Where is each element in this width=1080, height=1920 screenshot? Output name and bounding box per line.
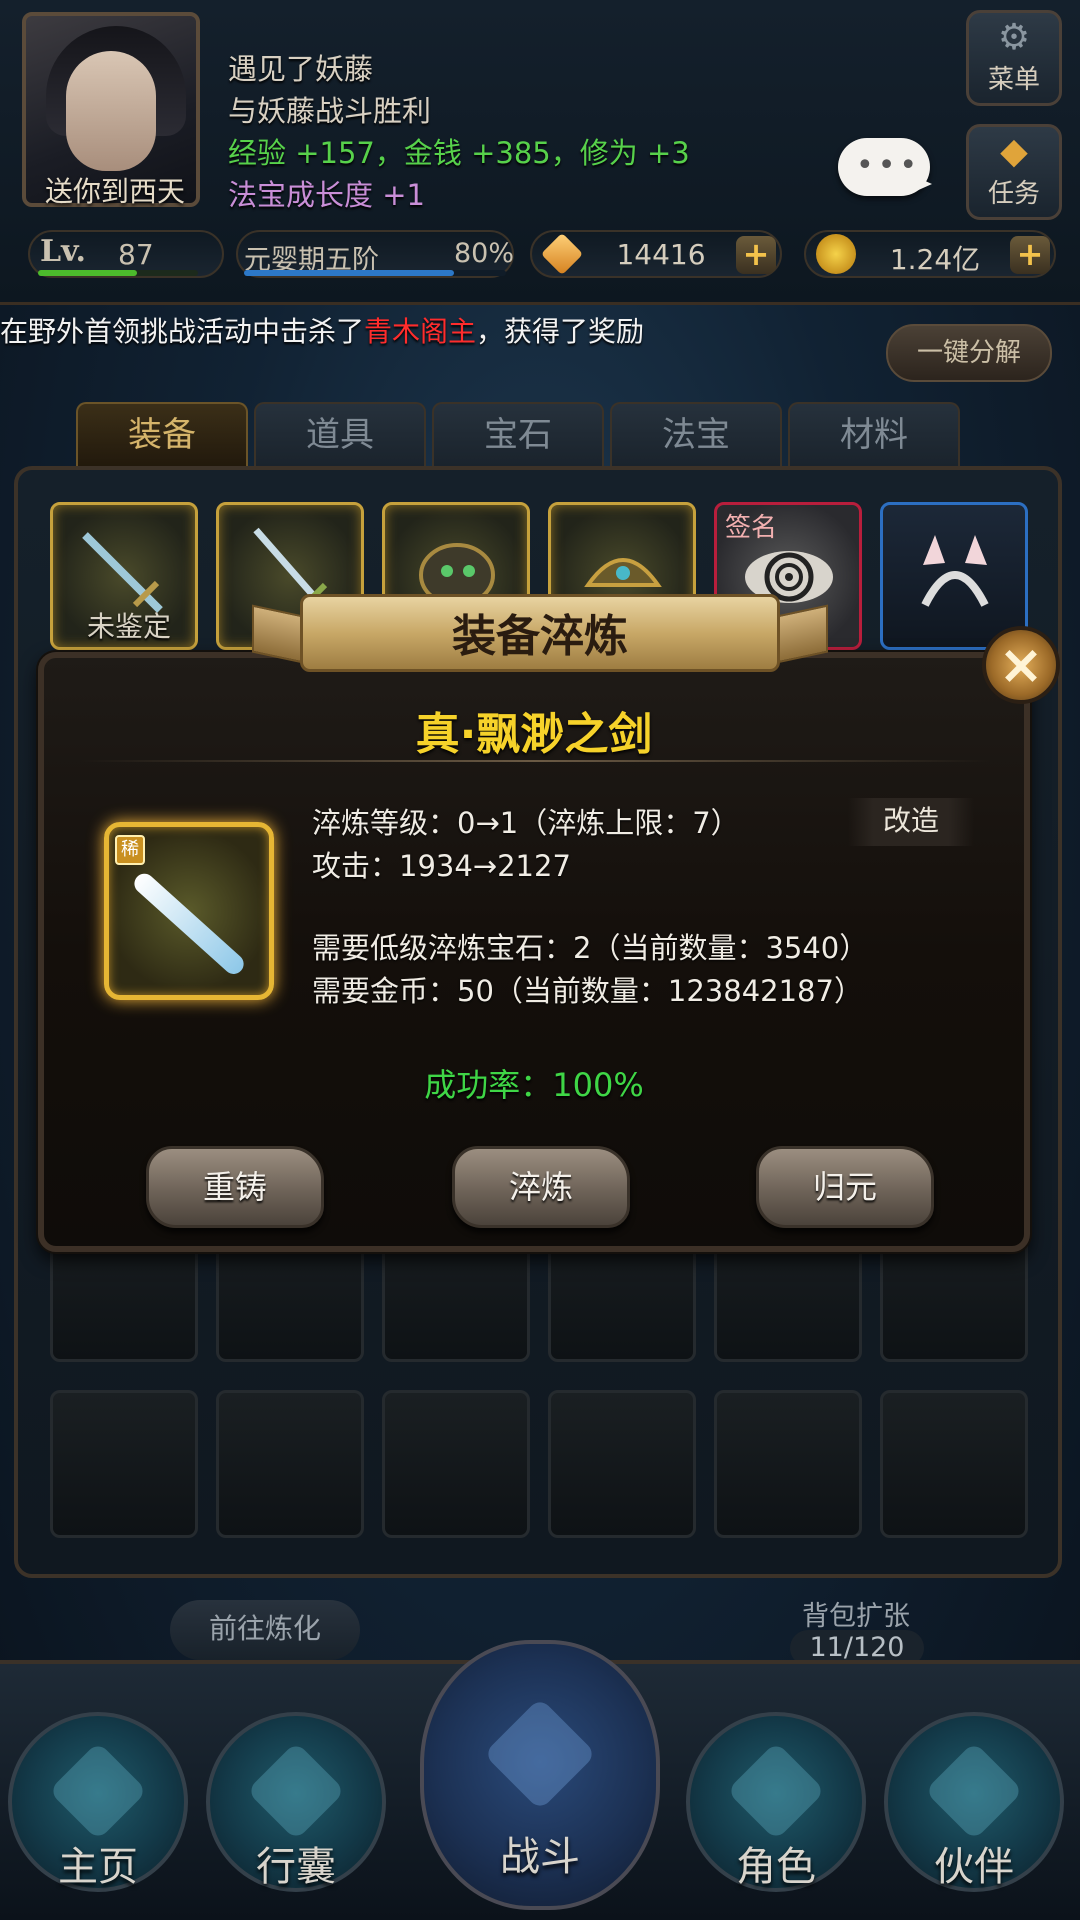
divider (80, 760, 990, 762)
inventory-slot[interactable] (880, 1390, 1028, 1538)
nav-battle[interactable]: 战斗 (420, 1640, 660, 1910)
add-gold-button[interactable]: + (1010, 236, 1050, 274)
go-to-refine-button[interactable]: 前往炼化 (170, 1600, 360, 1660)
broadcast-suffix: ，获得了奖励 (476, 315, 645, 348)
realm-bar-fill (244, 270, 454, 276)
recast-button[interactable]: 重铸 (146, 1146, 324, 1228)
tab-materials[interactable]: 材料 (788, 402, 960, 466)
item-name: 真·飘渺之剑 (415, 709, 653, 760)
task-label: 任务 (987, 179, 1040, 209)
nav-label: 角色 (736, 1844, 816, 1890)
broadcast-prefix: 在野外首领挑战活动中击杀了 (0, 315, 365, 348)
bubble-tail (914, 176, 932, 192)
restore-button[interactable]: 归元 (756, 1146, 934, 1228)
refine-button[interactable]: 淬炼 (452, 1146, 630, 1228)
character-icon (726, 1741, 826, 1841)
nav-label: 战斗 (500, 1834, 580, 1880)
success-rate: 成功率：100% (424, 1066, 644, 1104)
tab-artifacts[interactable]: 法宝 (610, 402, 782, 466)
top-status-header: 送你到西天 遇见了妖藤 与妖藤战斗胜利 经验 +157，金钱 +385，修为 +… (0, 0, 1080, 305)
gold-currency: 1.24亿 + (804, 230, 1056, 278)
task-button[interactable]: ◆ 任务 (966, 124, 1062, 220)
attack-line: 攻击：1934→2127 (312, 849, 571, 883)
partner-icon (924, 1741, 1024, 1841)
inventory-slot[interactable] (714, 1390, 862, 1538)
gem-icon (540, 232, 584, 276)
cat-ear-headband-icon (921, 535, 989, 607)
battle-icon (483, 1697, 597, 1811)
nav-partner[interactable]: 伙伴 (884, 1712, 1064, 1892)
refine-level-line: 淬炼等级：0→1（淬炼上限：7） (312, 806, 740, 840)
tab-equipment[interactable]: 装备 (76, 402, 248, 466)
battle-log-line: 遇见了妖藤 (228, 52, 374, 86)
gold-amount: 1.24亿 (889, 243, 981, 276)
nav-label: 行囊 (256, 1844, 336, 1890)
battle-log-line: 与妖藤战斗胜利 (228, 94, 432, 128)
bag-expand-button[interactable]: 背包扩张 (776, 1594, 936, 1633)
gem-amount: 14416 (616, 238, 706, 271)
level-prefix: Lv. (40, 234, 86, 269)
home-icon (48, 1741, 148, 1841)
close-dialog-button[interactable]: × (982, 626, 1060, 704)
dialog-title-banner: 装备淬炼 (252, 584, 828, 688)
chat-bubble-button[interactable]: ••• (838, 138, 932, 196)
signature-tag: 签名 (725, 513, 778, 543)
level-indicator: Lv. 87 (28, 230, 224, 278)
bag-icon (246, 1741, 346, 1841)
player-name: 送你到西天 (44, 175, 185, 208)
gem-currency: 14416 + (530, 230, 782, 278)
diamond-icon: ◆ (1000, 131, 1028, 172)
rarity-badge: 稀 (115, 835, 145, 865)
reforge-button[interactable]: 改造 (848, 798, 974, 846)
ellipsis-icon: ••• (856, 148, 922, 183)
gem-cost-line: 需要低级淬炼宝石：2（当前数量：3540） (312, 931, 869, 965)
level-value: 87 (118, 238, 154, 271)
inventory-slot[interactable] (216, 1390, 364, 1538)
menu-label: 菜单 (987, 65, 1040, 95)
broadcast-boss-name: 青木阁主 (364, 315, 477, 348)
inventory-slot[interactable]: 未鉴定 (50, 502, 198, 650)
system-broadcast: 在野外首领挑战活动中击杀了青木阁主，获得了奖励 (0, 310, 644, 362)
one-click-dismantle-button[interactable]: 一键分解 (886, 324, 1052, 382)
unidentified-label: 未鉴定 (87, 610, 172, 643)
gold-cost-line: 需要金币：50（当前数量：123842187） (312, 974, 863, 1008)
battle-log-reward-line: 经验 +157，金钱 +385，修为 +3 (228, 136, 690, 170)
gear-icon: ⚙ (997, 17, 1031, 58)
add-gems-button[interactable]: + (736, 236, 776, 274)
blade-shape (130, 869, 248, 979)
gold-coin-icon (816, 234, 856, 274)
inventory-slot[interactable] (50, 1390, 198, 1538)
inventory-slot[interactable] (548, 1390, 696, 1538)
nav-bag[interactable]: 行囊 (206, 1712, 386, 1892)
realm-indicator: 元婴期五阶 80% (236, 230, 514, 278)
dialog-title: 装备淬炼 (452, 611, 628, 662)
battle-log-artifact-line: 法宝成长度 +1 (228, 178, 425, 212)
tab-items[interactable]: 道具 (254, 402, 426, 466)
exp-bar-fill (38, 270, 138, 276)
avatar-face (66, 51, 156, 171)
menu-button[interactable]: ⚙ 菜单 (966, 10, 1062, 106)
realm-percent: 80% (454, 238, 515, 269)
nav-character[interactable]: 角色 (686, 1712, 866, 1892)
sword-icon: 稀 (104, 822, 274, 1000)
nav-home[interactable]: 主页 (8, 1712, 188, 1892)
tab-gems[interactable]: 宝石 (432, 402, 604, 466)
nav-label: 伙伴 (934, 1844, 1014, 1890)
inventory-slot[interactable] (382, 1390, 530, 1538)
nav-label: 主页 (58, 1844, 138, 1890)
